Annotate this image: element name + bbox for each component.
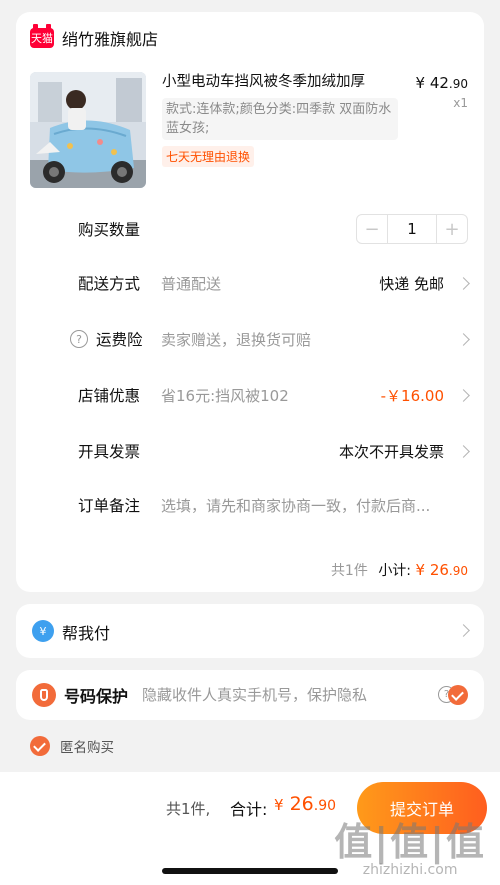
remark-label: 订单备注 bbox=[78, 497, 141, 515]
watermark: 值|值|值 zhizhizhi.com bbox=[334, 822, 486, 878]
product-quantity: x1 bbox=[453, 96, 468, 110]
watermark-logo: 值|值|值 bbox=[334, 820, 486, 864]
number-protection-checkbox[interactable] bbox=[448, 685, 468, 705]
product-image[interactable] bbox=[30, 72, 146, 188]
delivery-row[interactable]: 配送方式 普通配送 快递 免邮 bbox=[16, 268, 484, 298]
insurance-value: 卖家赠送，退换货可赔 bbox=[161, 330, 312, 349]
store-discount-row[interactable]: 店铺优惠 省16元:挡风被102 -￥16.00 bbox=[16, 380, 484, 410]
remark-input[interactable]: 选填，请先和商家协商一致，付款后商... bbox=[161, 495, 430, 516]
invoice-label: 开具发票 bbox=[78, 443, 141, 461]
discount-label: 店铺优惠 bbox=[78, 387, 141, 405]
discount-value: 省16元:挡风被102 bbox=[161, 386, 289, 405]
phone-shield-icon bbox=[32, 683, 56, 707]
price-symbol: ¥ bbox=[415, 74, 426, 92]
invoice-value: 本次不开具发票 bbox=[338, 442, 444, 461]
total-dec: .90 bbox=[313, 798, 337, 814]
checkout-bar: 共1件, 合计: ¥ 26.90 提交订单 值|值|值 zhizhizhi.co… bbox=[0, 772, 500, 885]
subtotal: 共1件 小计: ¥ 26.90 bbox=[331, 560, 468, 580]
product-photo-icon bbox=[30, 72, 146, 188]
delivery-method: 快递 免邮 bbox=[379, 274, 444, 293]
tmall-logo-icon: 天猫 bbox=[30, 24, 54, 48]
number-protection-desc: 隐藏收件人真实手机号，保护隐私 bbox=[142, 686, 368, 704]
anonymous-purchase[interactable]: 匿名购买 bbox=[30, 736, 114, 756]
home-indicator bbox=[162, 868, 338, 874]
anonymous-checkbox[interactable] bbox=[30, 736, 50, 756]
total-label: 合计: bbox=[230, 800, 268, 819]
delivery-label: 配送方式 bbox=[78, 275, 141, 293]
discount-amount: -￥16.00 bbox=[380, 386, 444, 405]
product-title[interactable]: 小型电动车挡风被冬季加绒加厚 bbox=[162, 72, 392, 92]
subtotal-int: 26 bbox=[429, 561, 449, 579]
pay-for-me-icon: ¥ bbox=[32, 620, 54, 642]
subtotal-amount: ¥ 26.90 bbox=[415, 561, 468, 579]
shipping-insurance-row[interactable]: ? 运费险 卖家赠送，退换货可赔 bbox=[16, 324, 484, 354]
total-symbol: ¥ bbox=[274, 796, 284, 814]
quantity-value[interactable]: 1 bbox=[387, 215, 437, 243]
quantity-label: 购买数量 bbox=[78, 221, 141, 239]
watermark-url: zhizhizhi.com bbox=[362, 862, 458, 878]
price-int: 42 bbox=[429, 74, 449, 92]
insurance-label: 运费险 bbox=[96, 331, 143, 349]
number-protection-card: 号码保护 隐藏收件人真实手机号，保护隐私 ? bbox=[16, 670, 484, 720]
product-spec[interactable]: 款式:连体款;颜色分类:四季款 双面防水 蓝女孩; bbox=[162, 98, 398, 140]
chevron-right-icon bbox=[457, 444, 470, 458]
price-dec: .90 bbox=[448, 77, 468, 91]
chevron-right-icon bbox=[457, 624, 470, 637]
pay-for-me-card[interactable]: ¥ 帮我付 bbox=[16, 604, 484, 658]
quantity-stepper: − 1 + bbox=[356, 214, 468, 244]
subtotal-symbol: ¥ bbox=[415, 561, 426, 579]
order-card: 天猫 绡竹雅旗舰店 小型电动车挡风被冬季加绒加厚 款式:连体款;颜色分类:四季款… bbox=[16, 12, 484, 592]
store-name[interactable]: 绡竹雅旗舰店 bbox=[62, 26, 158, 50]
help-icon[interactable]: ? bbox=[70, 330, 88, 348]
delivery-value: 普通配送 bbox=[161, 274, 222, 293]
chevron-right-icon bbox=[457, 388, 470, 402]
total-count: 共1件, bbox=[166, 800, 211, 818]
pay-for-me-label: 帮我付 bbox=[62, 624, 111, 643]
subtotal-count: 共1件 bbox=[330, 563, 368, 579]
plus-button[interactable]: + bbox=[437, 215, 467, 243]
anonymous-label: 匿名购买 bbox=[60, 740, 114, 756]
number-protection-label: 号码保护 bbox=[64, 687, 129, 706]
quantity-row: 购买数量 − 1 + bbox=[16, 214, 484, 244]
subtotal-label: 小计: bbox=[378, 563, 412, 579]
store-header[interactable]: 天猫 绡竹雅旗舰店 bbox=[30, 24, 158, 50]
product-price: ¥ 42.90 bbox=[415, 74, 468, 92]
order-remark-row: 订单备注 选填，请先和商家协商一致，付款后商... bbox=[16, 490, 484, 520]
subtotal-dec: .90 bbox=[448, 564, 468, 578]
chevron-right-icon bbox=[457, 332, 470, 346]
total-int: 26 bbox=[289, 793, 314, 815]
return-policy-badge: 七天无理由退换 bbox=[162, 146, 255, 167]
minus-button[interactable]: − bbox=[357, 215, 387, 243]
invoice-row[interactable]: 开具发票 本次不开具发票 bbox=[16, 436, 484, 466]
chevron-right-icon bbox=[457, 276, 470, 290]
total-amount: ¥ 26.90 bbox=[274, 793, 336, 815]
